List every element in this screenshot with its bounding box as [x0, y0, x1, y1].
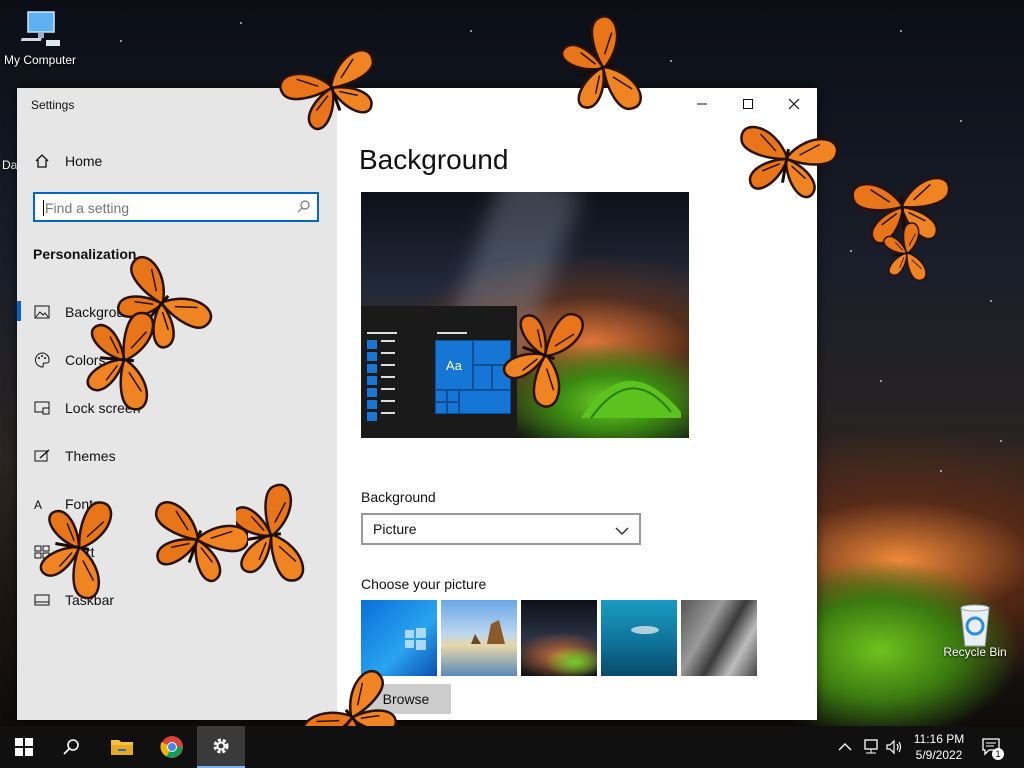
folder-icon	[111, 740, 133, 755]
butterfly-decoration	[148, 497, 248, 588]
notifications-button[interactable]: 1	[982, 726, 1004, 768]
clock-time: 11:16 PM	[913, 732, 965, 746]
picture-icon	[33, 303, 51, 321]
chevron-down-icon	[615, 523, 629, 541]
my-computer-label: My Computer	[3, 53, 77, 67]
search-icon	[63, 739, 79, 755]
dropdown-value: Picture	[373, 521, 417, 537]
search-placeholder: Find a setting	[45, 200, 130, 216]
chrome-icon	[160, 736, 183, 758]
network-icon	[864, 739, 878, 754]
page-title: Background	[359, 144, 509, 175]
picture-thumbnail[interactable]	[681, 600, 757, 676]
gear-icon	[213, 738, 229, 754]
sidebar-item-label: Themes	[65, 448, 116, 464]
chrome-button[interactable]	[148, 726, 196, 768]
taskbar-search-button[interactable]	[48, 726, 96, 768]
taskbar: 11:16 PM 5/9/2022 1	[0, 726, 1024, 768]
minimize-button[interactable]	[679, 88, 725, 120]
butterfly-decoration	[84, 307, 156, 412]
butterfly-decoration	[731, 123, 841, 202]
butterfly-decoration	[236, 481, 307, 591]
choose-picture-label: Choose your picture	[361, 576, 487, 592]
start-menu-preview: Aa	[361, 306, 517, 438]
butterfly-decoration	[276, 45, 386, 136]
home-icon	[33, 152, 51, 170]
recycle-bin-icon	[953, 602, 997, 647]
show-hidden-icons-button[interactable]	[838, 726, 852, 768]
home-label: Home	[65, 153, 103, 169]
title-bar: Settings	[17, 88, 817, 120]
recycle-bin-label: Recycle Bin	[943, 645, 1007, 659]
picture-thumbnail[interactable]	[601, 600, 677, 676]
volume-button[interactable]	[886, 726, 904, 768]
picture-thumbnail[interactable]	[521, 600, 597, 676]
windows-logo-icon	[15, 738, 33, 756]
window-title: Settings	[31, 98, 75, 112]
preview-tile-aa: Aa	[435, 340, 473, 390]
text-caret	[43, 200, 44, 216]
settings-taskbar-button[interactable]	[197, 726, 245, 768]
picture-thumbnail[interactable]	[441, 600, 517, 676]
butterfly-decoration	[35, 496, 115, 601]
clock-date: 5/9/2022	[915, 748, 963, 762]
speaker-icon	[886, 739, 902, 755]
butterfly-decoration	[552, 11, 646, 127]
recycle-bin-desktop-icon[interactable]: Recycle Bin	[935, 602, 1015, 659]
lock-screen-icon	[33, 399, 51, 417]
desktop-partial-label: Da	[2, 158, 18, 172]
network-button[interactable]	[862, 726, 880, 768]
start-button[interactable]	[0, 726, 48, 768]
background-label: Background	[361, 489, 436, 505]
search-icon	[297, 199, 311, 218]
butterfly-decoration	[880, 221, 929, 287]
home-nav-item[interactable]: Home	[17, 141, 337, 181]
sidebar-item-lock-screen[interactable]: Lock screen	[17, 388, 337, 428]
my-computer-desktop-icon[interactable]: My Computer	[0, 10, 80, 67]
background-type-dropdown[interactable]: Picture	[361, 513, 641, 545]
palette-icon	[33, 351, 51, 369]
sidebar-item-themes[interactable]: Themes	[17, 436, 337, 476]
search-input[interactable]: Find a setting	[33, 192, 319, 222]
butterfly-decoration	[500, 300, 588, 412]
settings-sidebar: Home Find a setting Personalization Back…	[17, 88, 337, 720]
picture-thumbnail[interactable]	[361, 600, 437, 676]
themes-icon	[33, 447, 51, 465]
chevron-up-icon	[838, 743, 852, 751]
file-explorer-button[interactable]	[98, 726, 146, 768]
notification-count: 1	[992, 748, 1004, 760]
computer-icon	[18, 10, 62, 50]
clock[interactable]: 11:16 PM 5/9/2022	[904, 731, 974, 763]
